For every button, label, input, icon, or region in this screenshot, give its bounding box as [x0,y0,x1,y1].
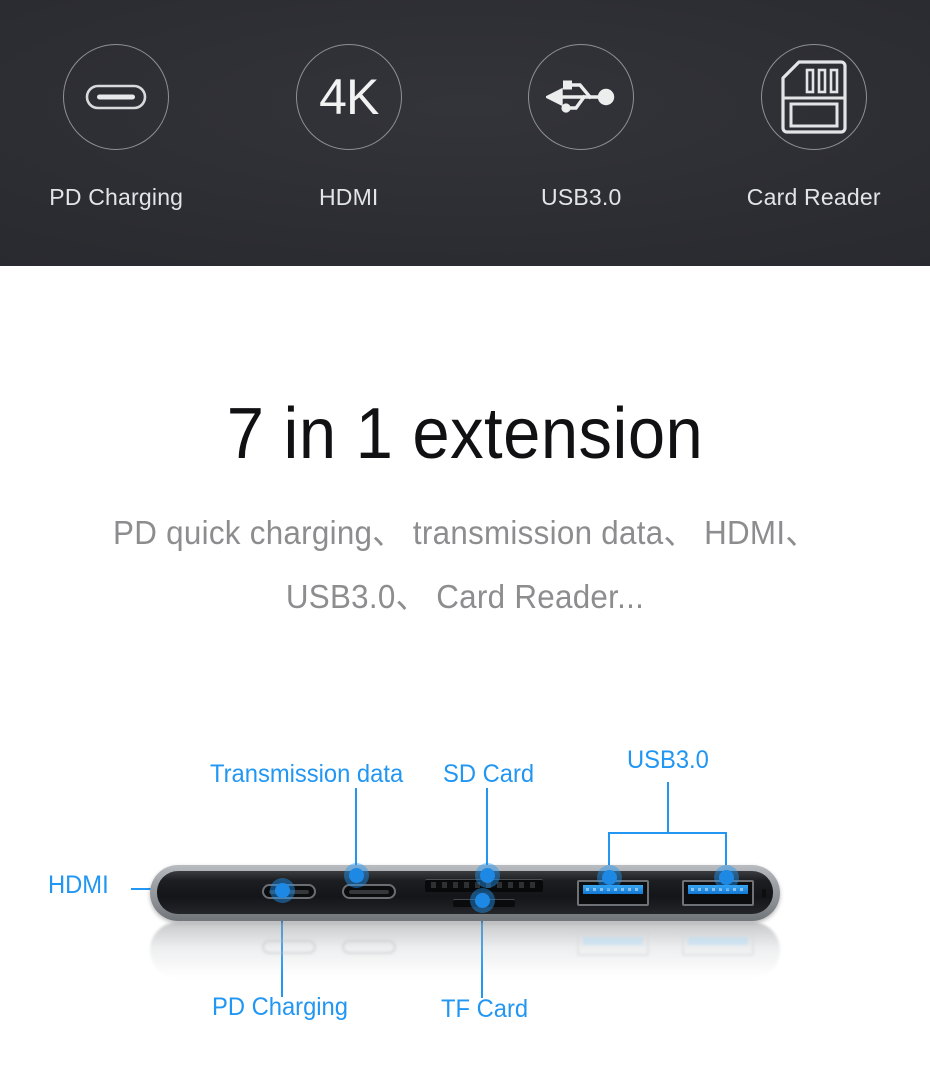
feature-item-hdmi: 4K HDMI [244,44,454,211]
feature-label: PD Charging [49,184,184,210]
status-led [762,889,766,898]
feature-label: USB3.0 [541,184,622,210]
feature-icon-circle: 4K [295,44,402,150]
usb30-left-insert [583,885,643,894]
device-body [150,865,780,921]
callout-dot-usb30-left [602,870,617,885]
callout-label-hdmi: HDMI [48,871,109,899]
feature-icon-circle [760,44,867,150]
product-diagram: HDMI Transmission data SD Card USB3.0 PD… [0,740,930,1078]
port-usb-c-data-inner [349,890,389,894]
feature-item-pd-charging: PD Charging [11,44,221,211]
reflection-usb30-left-insert [583,937,643,945]
device-reflection [150,922,780,978]
leader-line-usb30-bracket [608,832,727,834]
reflection-usb30-left [577,932,649,956]
callout-dot-tf-card [475,893,490,908]
reflection-usb30-right-insert [688,937,748,945]
device-front-face [157,871,773,914]
sd-slot-contacts [431,882,537,888]
4k-text-icon: 4K [319,69,379,125]
reflection-usb-c-data [342,940,396,954]
usb-trident-icon [546,80,615,113]
sd-card-icon [781,60,847,134]
callout-label-usb30: USB3.0 [627,746,709,774]
callout-dot-usb30-right [719,870,734,885]
feature-list: PD Charging 4K HDMI USB3.0 Card Reader [0,0,930,266]
subtitle-line-2: USB3.0、 Card Reader... [285,578,645,615]
leader-line-sd-card [486,788,488,873]
usb-c-connector-icon [85,84,147,110]
port-usb30-right [682,880,754,906]
callout-label-pd-charging: PD Charging [212,993,348,1021]
callout-label-transmission-data: Transmission data [210,760,404,788]
reflection-usb-c-pd [262,940,316,954]
leader-line-usb30-stem [667,782,669,832]
callout-label-sd-card: SD Card [443,760,535,788]
feature-item-card-reader: Card Reader [709,44,919,211]
page-headline: 7 in 1 extension [226,394,704,474]
callout-label-tf-card: TF Card [441,995,529,1023]
callout-dot-pd-charging [275,883,290,898]
feature-band: PD Charging 4K HDMI USB3.0 Card Reader [0,0,930,266]
feature-icon-circle [528,44,635,150]
feature-item-usb30: USB3.0 [476,44,686,211]
port-usb-c-data [342,884,396,899]
subtitle-line-1: PD quick charging、 transmission data、 HD… [113,514,817,551]
feature-icon-circle [63,44,170,150]
callout-dot-sd-card [480,868,495,883]
leader-line-transmission-data [355,788,357,873]
callout-dot-transmission-data [349,868,364,883]
feature-label: HDMI [318,184,379,210]
usb30-right-insert [688,885,748,894]
feature-label: Card Reader [746,184,881,210]
reflection-usb30-right [682,932,754,956]
